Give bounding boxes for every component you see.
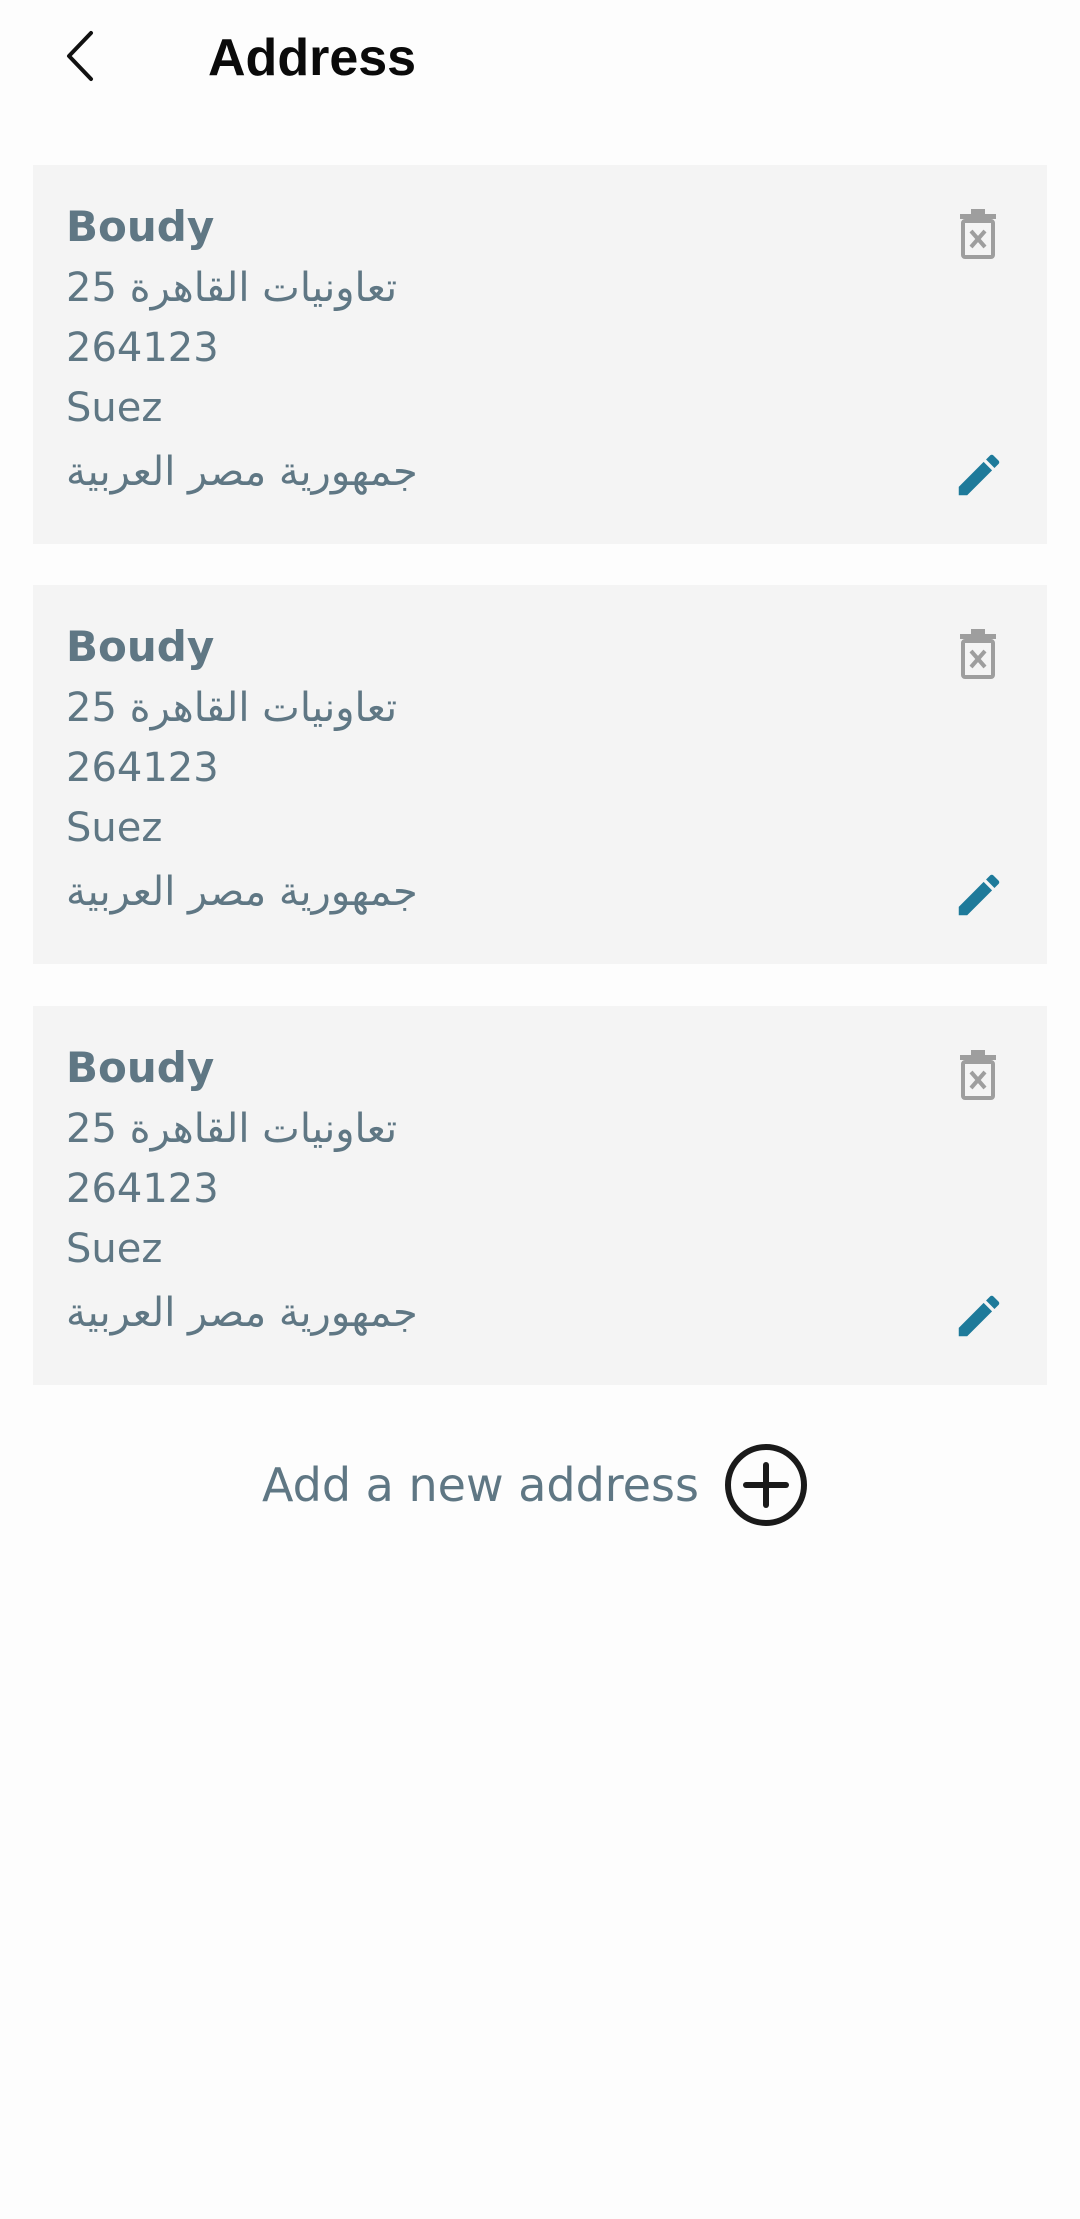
edit-address-button[interactable] <box>949 1286 1009 1346</box>
address-street: تعاونيات القاهرة 25 <box>66 265 398 311</box>
address-postal-code: 264123 <box>66 325 219 371</box>
add-address-button[interactable]: Add a new address <box>262 1440 809 1530</box>
add-address-label: Add a new address <box>262 1458 699 1512</box>
address-country: جمهورية مصر العربية <box>66 1290 418 1336</box>
address-card: Boudy تعاونيات القاهرة 25 264123 Suez جم… <box>33 1006 1047 1385</box>
address-name: Boudy <box>66 202 215 251</box>
app-header: Address <box>0 0 1080 120</box>
address-city: Suez <box>66 1226 163 1272</box>
edit-address-button[interactable] <box>949 445 1009 505</box>
delete-address-button[interactable] <box>949 203 1007 263</box>
address-card: Boudy تعاونيات القاهرة 25 264123 Suez جم… <box>33 585 1047 964</box>
address-street: تعاونيات القاهرة 25 <box>66 1106 398 1152</box>
chevron-left-icon <box>67 31 93 81</box>
address-postal-code: 264123 <box>66 1166 219 1212</box>
address-card: Boudy تعاونيات القاهرة 25 264123 Suez جم… <box>33 165 1047 544</box>
address-country: جمهورية مصر العربية <box>66 449 418 495</box>
address-postal-code: 264123 <box>66 745 219 791</box>
trash-icon <box>960 209 996 259</box>
trash-icon <box>960 629 996 679</box>
address-street: تعاونيات القاهرة 25 <box>66 685 398 731</box>
address-city: Suez <box>66 385 163 431</box>
address-country: جمهورية مصر العربية <box>66 869 418 915</box>
trash-icon <box>960 1050 996 1100</box>
pencil-icon <box>958 874 1000 916</box>
edit-address-button[interactable] <box>949 865 1009 925</box>
pencil-icon <box>958 454 1000 496</box>
address-name: Boudy <box>66 1043 215 1092</box>
delete-address-button[interactable] <box>949 623 1007 683</box>
plus-circle-icon <box>723 1442 809 1528</box>
delete-address-button[interactable] <box>949 1044 1007 1104</box>
page-title: Address <box>208 29 417 87</box>
address-name: Boudy <box>66 622 215 671</box>
back-button[interactable] <box>50 24 110 88</box>
address-city: Suez <box>66 805 163 851</box>
pencil-icon <box>958 1295 1000 1337</box>
